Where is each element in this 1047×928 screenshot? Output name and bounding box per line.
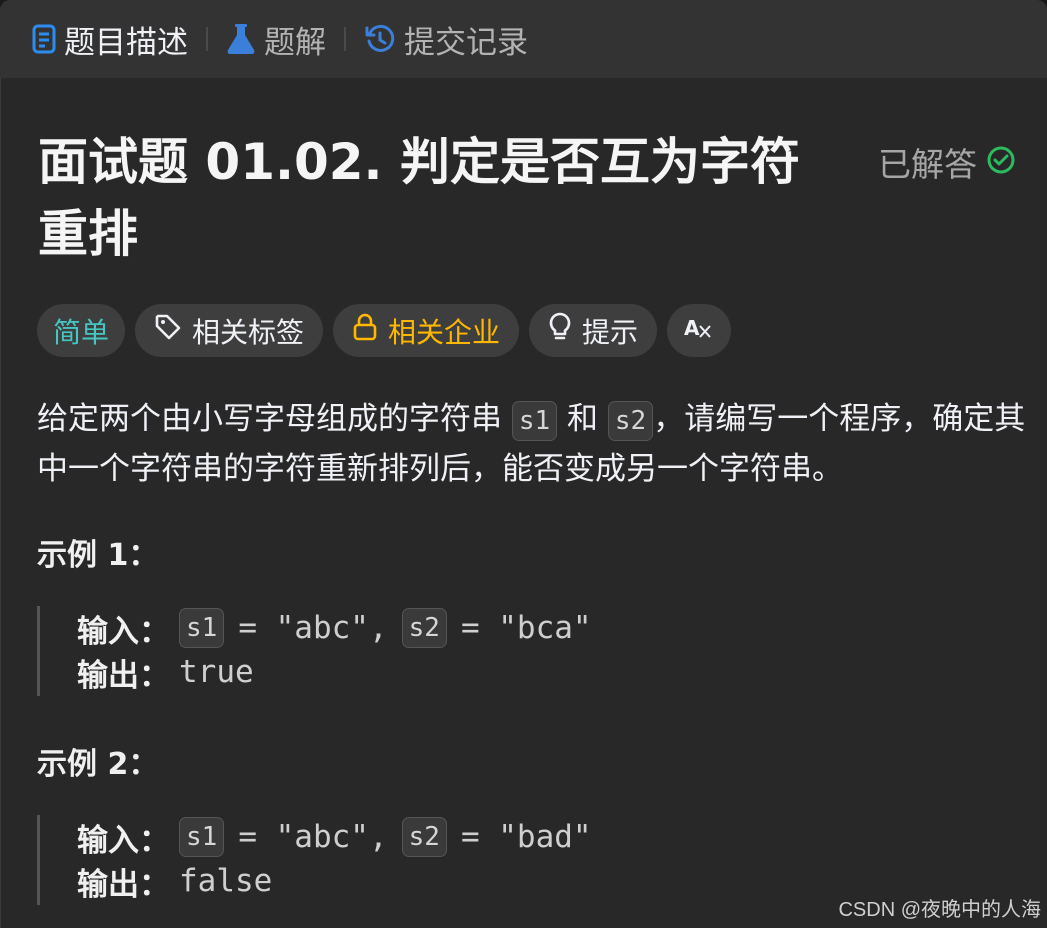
tab-label: 题目描述 [64,24,188,61]
input-value: s1 = "abc", s2 = "bad" [179,817,592,857]
companies-tag-button[interactable]: 相关企业 [333,304,520,357]
inline-code: s2 [607,400,654,441]
solved-status: 已解答 [878,138,1015,186]
inline-code: s1 [179,817,225,857]
input-label: 输入： [77,613,170,650]
tab-submissions[interactable]: 提交记录 [364,0,528,78]
inline-code: s2 [401,608,447,648]
difficulty-badge[interactable]: 简单 [37,304,126,357]
inline-code: s1 [179,608,225,648]
status-label: 已解答 [878,145,977,184]
topics-tag-button[interactable]: 相关标签 [135,304,324,357]
output-label: 输出： [77,657,170,694]
example-1-block: 输入： s1 = "abc", s2 = "bca" 输出： true [37,606,737,696]
flask-icon [226,23,256,55]
description-text: 给定两个由小写字母组成的字符串 [37,401,502,437]
tab-bar: 题目描述 题解 提交记录 [0,0,1047,78]
output-value: false [179,863,273,899]
problem-title[interactable]: 面试题 01.02. 判定是否互为字符重排 [38,126,838,270]
watermark: CSDN @夜晚中的人海 [838,899,1041,921]
tab-description[interactable]: 题目描述 [32,0,188,78]
example-input-line: 输入： s1 = "abc", s2 = "bca" [77,606,737,650]
difficulty-label: 简单 [53,315,110,349]
output-label: 输出： [77,866,170,903]
example-2-block: 输入： s1 = "abc", s2 = "bad" 输出： false [37,815,737,905]
tab-solutions[interactable]: 题解 [226,0,326,78]
input-assignment: = "bca" [460,610,592,646]
tag-row: 简单 相关标签 相关企业 提示 A [37,304,732,357]
tab-label: 提交记录 [404,24,528,61]
tab-label: 题解 [264,24,326,61]
input-assignment: = "bad" [460,819,592,855]
description-text: 和 [567,401,599,437]
input-label: 输入： [77,822,170,859]
inline-code: s1 [511,400,558,441]
font-toggle-button[interactable]: A [667,304,732,357]
history-icon [364,23,396,55]
input-assignment: = "abc", [238,610,388,646]
input-value: s1 = "abc", s2 = "bca" [179,608,592,648]
tab-divider [344,27,346,51]
tab-divider [206,27,208,51]
hint-button[interactable]: 提示 [529,304,658,357]
hint-label: 提示 [582,315,639,349]
document-icon [32,24,56,54]
companies-label: 相关企业 [388,315,501,349]
example-1-title: 示例 1： [37,538,159,573]
tag-icon [154,313,182,348]
topics-label: 相关标签 [192,315,305,349]
inline-code: s2 [401,817,447,857]
example-2-title: 示例 2： [37,747,159,782]
problem-description: 给定两个由小写字母组成的字符串 s1 和 s2 ，请编写一个程序，确定其中一个字符… [37,394,1027,494]
translate-icon: A [684,313,714,348]
lock-icon [352,313,378,348]
example-input-line: 输入： s1 = "abc", s2 = "bad" [77,815,737,859]
output-value: true [179,654,254,690]
lightbulb-icon [548,312,572,349]
input-assignment: = "abc", [238,819,388,855]
check-circle-icon [987,143,1015,182]
svg-text:A: A [684,316,700,340]
example-output-line: 输出： false [77,859,737,903]
example-output-line: 输出： true [77,650,737,694]
